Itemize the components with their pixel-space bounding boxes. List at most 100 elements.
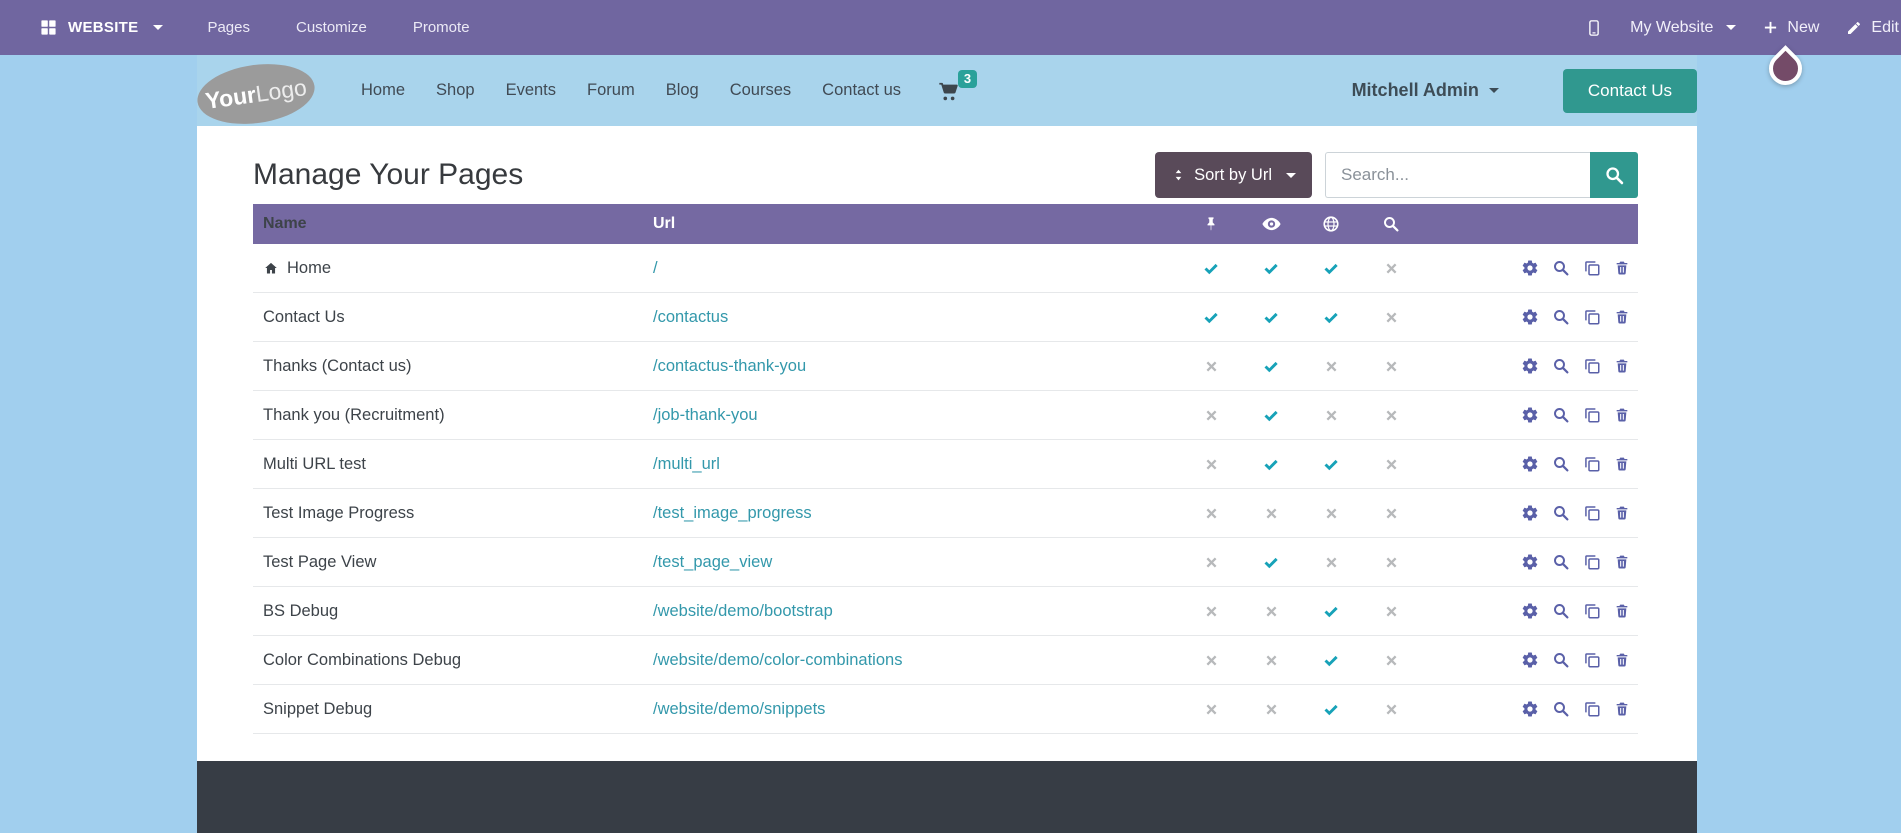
status-eye-on[interactable]: [1241, 407, 1301, 424]
row-action-search-icon[interactable]: [1552, 700, 1570, 718]
status-globe-on[interactable]: [1301, 260, 1361, 277]
nav-item-courses[interactable]: Courses: [730, 81, 791, 100]
status-pin-off[interactable]: [1181, 603, 1241, 620]
contact-us-button[interactable]: Contact Us: [1562, 68, 1697, 113]
row-action-copy-icon[interactable]: [1583, 455, 1601, 473]
row-action-trash-icon[interactable]: [1614, 602, 1630, 620]
cart-button[interactable]: 3: [937, 69, 978, 103]
status-globe-on[interactable]: [1301, 309, 1361, 326]
row-action-search-icon[interactable]: [1552, 553, 1570, 571]
row-action-copy-icon[interactable]: [1583, 504, 1601, 522]
row-action-trash-icon[interactable]: [1614, 406, 1630, 424]
status-search-off[interactable]: [1361, 505, 1421, 522]
status-globe-on[interactable]: [1301, 701, 1361, 718]
page-url-link[interactable]: /contactus-thank-you: [653, 357, 806, 375]
nav-item-shop[interactable]: Shop: [436, 81, 475, 100]
status-search-off[interactable]: [1361, 652, 1421, 669]
status-globe-on[interactable]: [1301, 652, 1361, 669]
row-action-trash-icon[interactable]: [1614, 308, 1630, 326]
row-action-search-icon[interactable]: [1552, 504, 1570, 522]
topbar-menu-customize[interactable]: Customize: [296, 19, 367, 36]
status-pin-off[interactable]: [1181, 701, 1241, 718]
row-action-copy-icon[interactable]: [1583, 700, 1601, 718]
row-action-trash-icon[interactable]: [1614, 700, 1630, 718]
status-eye-on[interactable]: [1241, 309, 1301, 326]
status-eye-off[interactable]: [1241, 652, 1301, 669]
row-action-search-icon[interactable]: [1552, 455, 1570, 473]
status-search-off[interactable]: [1361, 603, 1421, 620]
page-url-link[interactable]: /: [653, 259, 658, 277]
status-eye-on[interactable]: [1241, 260, 1301, 277]
row-action-gear-icon[interactable]: [1521, 357, 1539, 375]
website-switcher[interactable]: My Website: [1630, 19, 1737, 37]
row-action-trash-icon[interactable]: [1614, 553, 1630, 571]
row-action-trash-icon[interactable]: [1614, 357, 1630, 375]
status-search-off[interactable]: [1361, 260, 1421, 277]
topbar-menu-pages[interactable]: Pages: [207, 19, 250, 36]
status-search-off[interactable]: [1361, 358, 1421, 375]
status-pin-on[interactable]: [1181, 260, 1241, 277]
row-action-gear-icon[interactable]: [1521, 406, 1539, 424]
status-search-off[interactable]: [1361, 554, 1421, 571]
page-url-link[interactable]: /website/demo/color-combinations: [653, 651, 902, 669]
row-action-gear-icon[interactable]: [1521, 651, 1539, 669]
status-eye-off[interactable]: [1241, 603, 1301, 620]
status-pin-off[interactable]: [1181, 456, 1241, 473]
row-action-search-icon[interactable]: [1552, 357, 1570, 375]
row-action-copy-icon[interactable]: [1583, 308, 1601, 326]
user-menu[interactable]: Mitchell Admin: [1352, 80, 1499, 101]
row-action-gear-icon[interactable]: [1521, 308, 1539, 326]
row-action-search-icon[interactable]: [1552, 259, 1570, 277]
status-globe-off[interactable]: [1301, 505, 1361, 522]
row-action-search-icon[interactable]: [1552, 308, 1570, 326]
row-action-gear-icon[interactable]: [1521, 455, 1539, 473]
status-eye-off[interactable]: [1241, 701, 1301, 718]
status-search-off[interactable]: [1361, 407, 1421, 424]
page-url-link[interactable]: /multi_url: [653, 455, 720, 473]
row-action-trash-icon[interactable]: [1614, 259, 1630, 277]
row-action-gear-icon[interactable]: [1521, 259, 1539, 277]
mobile-icon[interactable]: [1585, 16, 1603, 40]
status-search-off[interactable]: [1361, 456, 1421, 473]
status-pin-off[interactable]: [1181, 554, 1241, 571]
row-action-gear-icon[interactable]: [1521, 553, 1539, 571]
row-action-copy-icon[interactable]: [1583, 553, 1601, 571]
nav-item-forum[interactable]: Forum: [587, 81, 635, 100]
row-action-copy-icon[interactable]: [1583, 357, 1601, 375]
status-eye-on[interactable]: [1241, 456, 1301, 473]
status-eye-on[interactable]: [1241, 554, 1301, 571]
row-action-trash-icon[interactable]: [1614, 504, 1630, 522]
new-button[interactable]: New: [1763, 19, 1819, 37]
topbar-menu-promote[interactable]: Promote: [413, 19, 470, 36]
page-url-link[interactable]: /contactus: [653, 308, 728, 326]
edit-button[interactable]: Edit: [1846, 19, 1899, 37]
status-pin-on[interactable]: [1181, 309, 1241, 326]
status-pin-off[interactable]: [1181, 652, 1241, 669]
nav-item-events[interactable]: Events: [506, 81, 556, 100]
row-action-gear-icon[interactable]: [1521, 504, 1539, 522]
status-search-off[interactable]: [1361, 309, 1421, 326]
sort-button[interactable]: Sort by Url: [1155, 152, 1312, 198]
status-globe-off[interactable]: [1301, 407, 1361, 424]
nav-item-home[interactable]: Home: [361, 81, 405, 100]
search-input[interactable]: [1325, 152, 1590, 198]
status-search-off[interactable]: [1361, 701, 1421, 718]
status-eye-off[interactable]: [1241, 505, 1301, 522]
apps-menu-toggle[interactable]: WEBSITE: [40, 19, 164, 36]
status-globe-on[interactable]: [1301, 456, 1361, 473]
page-url-link[interactable]: /test_image_progress: [653, 504, 812, 522]
status-globe-on[interactable]: [1301, 603, 1361, 620]
row-action-copy-icon[interactable]: [1583, 602, 1601, 620]
row-action-search-icon[interactable]: [1552, 406, 1570, 424]
status-pin-off[interactable]: [1181, 358, 1241, 375]
nav-item-contact-us[interactable]: Contact us: [822, 81, 901, 100]
status-eye-on[interactable]: [1241, 358, 1301, 375]
site-logo[interactable]: Your Logo: [193, 56, 319, 131]
row-action-search-icon[interactable]: [1552, 651, 1570, 669]
row-action-trash-icon[interactable]: [1614, 455, 1630, 473]
page-url-link[interactable]: /job-thank-you: [653, 406, 758, 424]
status-globe-off[interactable]: [1301, 554, 1361, 571]
row-action-copy-icon[interactable]: [1583, 259, 1601, 277]
row-action-gear-icon[interactable]: [1521, 602, 1539, 620]
page-url-link[interactable]: /website/demo/bootstrap: [653, 602, 833, 620]
